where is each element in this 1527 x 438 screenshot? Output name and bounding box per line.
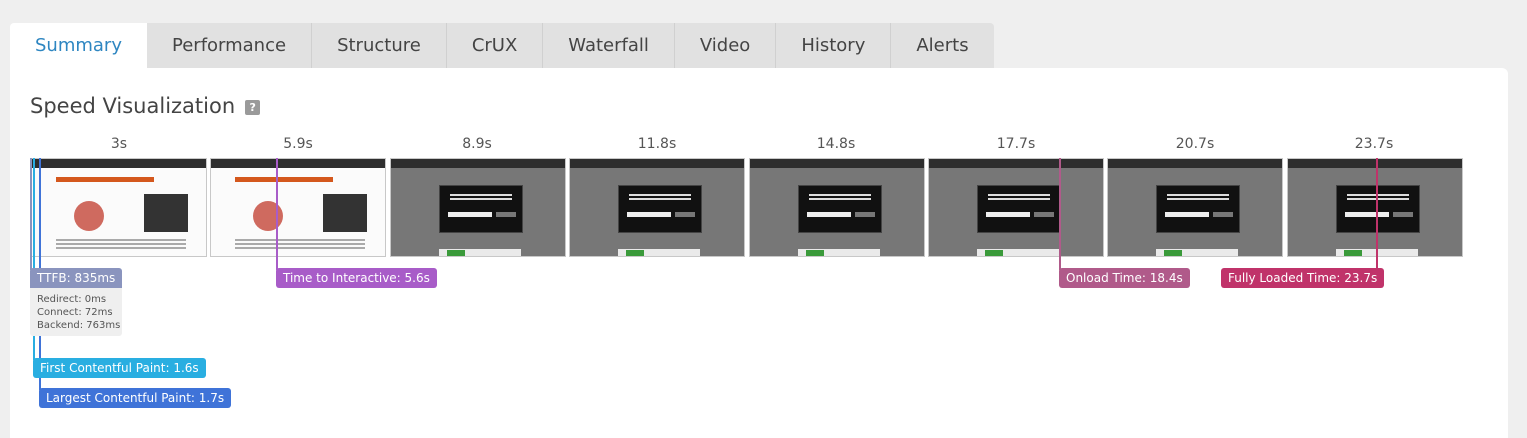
frame-sidebar-image (144, 194, 188, 232)
filmstrip-frame[interactable] (31, 158, 207, 257)
ttfb-backend: Backend: 763ms (37, 320, 121, 331)
tab-video[interactable]: Video (674, 23, 777, 68)
frame-headline (235, 177, 333, 182)
onload-badge[interactable]: Onload Time: 18.4s (1059, 268, 1190, 288)
frame-time-label: 14.8s (816, 136, 856, 152)
section-title-text: Speed Visualization (30, 94, 236, 118)
tti-badge[interactable]: Time to Interactive: 5.6s (276, 268, 437, 288)
ttfb-marker-line (30, 158, 32, 270)
filmstrip-frame[interactable] (210, 158, 386, 257)
frame-popup-modal (1336, 185, 1420, 233)
frame-popup-modal (618, 185, 702, 233)
frame-sidebar-image (323, 194, 367, 232)
frame-browser-bar (32, 159, 206, 168)
tab-alerts[interactable]: Alerts (891, 23, 994, 68)
ttfb-breakdown: Redirect: 0ms Connect: 72ms Backend: 763… (30, 288, 122, 336)
frame-browser-bar (750, 159, 924, 168)
ttfb-connect: Connect: 72ms (37, 307, 113, 318)
section-title: Speed Visualization ? (30, 94, 261, 118)
frame-bottom-strip (798, 249, 880, 256)
frame-browser-bar (211, 159, 385, 168)
onload-marker-line (1059, 158, 1061, 270)
tti-marker-line (276, 158, 278, 270)
frame-browser-bar (929, 159, 1103, 168)
filmstrip-frame[interactable] (1287, 158, 1463, 257)
frame-text-lines (56, 239, 186, 249)
tab-bar: Summary Performance Structure CrUX Water… (10, 23, 994, 69)
filmstrip-frame[interactable] (569, 158, 745, 257)
frame-bottom-strip (1156, 249, 1238, 256)
frame-browser-bar (570, 159, 744, 168)
frame-bottom-strip (618, 249, 700, 256)
frame-browser-bar (391, 159, 565, 168)
fcp-badge[interactable]: First Contentful Paint: 1.6s (33, 358, 206, 378)
filmstrip-frame[interactable] (928, 158, 1104, 257)
help-icon[interactable]: ? (245, 99, 261, 115)
frame-time-label: 5.9s (283, 136, 313, 152)
frame-time-label: 11.8s (637, 136, 677, 152)
frame-time-label: 3s (110, 136, 128, 152)
frame-time-label: 23.7s (1354, 136, 1394, 152)
tab-summary[interactable]: Summary (10, 23, 147, 69)
tab-performance[interactable]: Performance (147, 23, 313, 68)
frame-browser-bar (1288, 159, 1462, 168)
fully-loaded-badge[interactable]: Fully Loaded Time: 23.7s (1221, 268, 1385, 288)
frame-headline (56, 177, 154, 182)
frame-bottom-strip (439, 249, 521, 256)
tab-structure[interactable]: Structure (312, 23, 447, 68)
frame-time-label: 8.9s (462, 136, 492, 152)
lcp-badge[interactable]: Largest Contentful Paint: 1.7s (39, 388, 232, 408)
ttfb-redirect: Redirect: 0ms (37, 294, 107, 305)
filmstrip-frame[interactable] (390, 158, 566, 257)
frame-time-label: 17.7s (996, 136, 1036, 152)
filmstrip-frame[interactable] (749, 158, 925, 257)
tab-crux[interactable]: CrUX (446, 23, 544, 68)
tab-waterfall[interactable]: Waterfall (543, 23, 675, 68)
ttfb-badge[interactable]: TTFB: 835ms (30, 268, 122, 288)
frame-time-label: 20.7s (1175, 136, 1215, 152)
frame-popup-modal (798, 185, 882, 233)
frame-text-lines (235, 239, 365, 249)
frame-bottom-strip (977, 249, 1059, 256)
frame-image (74, 201, 104, 231)
fully-loaded-marker-line (1376, 158, 1378, 270)
frame-popup-modal (977, 185, 1061, 233)
filmstrip-frame[interactable] (1107, 158, 1283, 257)
frame-popup-modal (439, 185, 523, 233)
tab-history[interactable]: History (776, 23, 892, 68)
frame-popup-modal (1156, 185, 1240, 233)
frame-image (253, 201, 283, 231)
frame-browser-bar (1108, 159, 1282, 168)
